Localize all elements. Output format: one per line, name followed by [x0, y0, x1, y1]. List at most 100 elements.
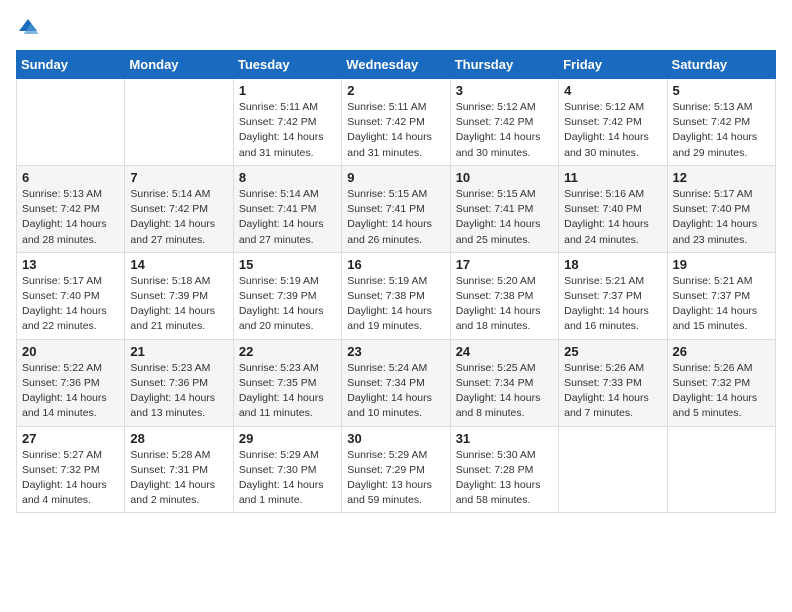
day-number: 2 — [347, 83, 444, 98]
day-number: 15 — [239, 257, 336, 272]
calendar-cell: 17 Sunrise: 5:20 AMSunset: 7:38 PMDayligh… — [450, 252, 558, 339]
calendar-cell: 16 Sunrise: 5:19 AMSunset: 7:38 PMDayligh… — [342, 252, 450, 339]
calendar-header-row: SundayMondayTuesdayWednesdayThursdayFrid… — [17, 51, 776, 79]
day-info: Sunrise: 5:16 AMSunset: 7:40 PMDaylight:… — [564, 187, 661, 248]
calendar-week-row: 13 Sunrise: 5:17 AMSunset: 7:40 PMDayligh… — [17, 252, 776, 339]
calendar-cell: 24 Sunrise: 5:25 AMSunset: 7:34 PMDayligh… — [450, 339, 558, 426]
calendar-cell: 19Sunrise: 5:21 AMSunset: 7:37 PMDayligh… — [667, 252, 775, 339]
day-number: 6 — [22, 170, 119, 185]
day-number: 21 — [130, 344, 227, 359]
day-info: Sunrise: 5:29 AMSunset: 7:30 PMDaylight:… — [239, 448, 336, 509]
day-info: Sunrise: 5:14 AMSunset: 7:42 PMDaylight:… — [130, 187, 227, 248]
logo-icon — [16, 16, 40, 40]
calendar-week-row: 6 Sunrise: 5:13 AMSunset: 7:42 PMDaylight… — [17, 165, 776, 252]
calendar-cell: 4Sunrise: 5:12 AMSunset: 7:42 PMDaylight… — [559, 79, 667, 166]
day-number: 31 — [456, 431, 553, 446]
day-info: Sunrise: 5:13 AMSunset: 7:42 PMDaylight:… — [673, 100, 770, 161]
day-info: Sunrise: 5:25 AMSunset: 7:34 PMDaylight:… — [456, 361, 553, 422]
weekday-header: Wednesday — [342, 51, 450, 79]
day-info: Sunrise: 5:27 AMSunset: 7:32 PMDaylight:… — [22, 448, 119, 509]
calendar-table: SundayMondayTuesdayWednesdayThursdayFrid… — [16, 50, 776, 513]
calendar-cell: 15 Sunrise: 5:19 AMSunset: 7:39 PMDayligh… — [233, 252, 341, 339]
calendar-cell: 6 Sunrise: 5:13 AMSunset: 7:42 PMDaylight… — [17, 165, 125, 252]
calendar-cell — [667, 426, 775, 513]
day-info: Sunrise: 5:15 AMSunset: 7:41 PMDaylight:… — [456, 187, 553, 248]
calendar-cell: 31 Sunrise: 5:30 AMSunset: 7:28 PMDayligh… — [450, 426, 558, 513]
day-number: 12 — [673, 170, 770, 185]
calendar-week-row: 27 Sunrise: 5:27 AMSunset: 7:32 PMDayligh… — [17, 426, 776, 513]
calendar-cell: 23 Sunrise: 5:24 AMSunset: 7:34 PMDayligh… — [342, 339, 450, 426]
calendar-cell: 14 Sunrise: 5:18 AMSunset: 7:39 PMDayligh… — [125, 252, 233, 339]
day-info: Sunrise: 5:11 AMSunset: 7:42 PMDaylight:… — [239, 100, 336, 161]
day-number: 19 — [673, 257, 770, 272]
day-info: Sunrise: 5:28 AMSunset: 7:31 PMDaylight:… — [130, 448, 227, 509]
calendar-cell: 1 Sunrise: 5:11 AMSunset: 7:42 PMDaylight… — [233, 79, 341, 166]
day-number: 23 — [347, 344, 444, 359]
day-number: 11 — [564, 170, 661, 185]
day-number: 28 — [130, 431, 227, 446]
day-number: 29 — [239, 431, 336, 446]
day-number: 7 — [130, 170, 227, 185]
calendar-cell: 25Sunrise: 5:26 AMSunset: 7:33 PMDayligh… — [559, 339, 667, 426]
calendar-cell — [125, 79, 233, 166]
day-info: Sunrise: 5:19 AMSunset: 7:39 PMDaylight:… — [239, 274, 336, 335]
day-number: 18 — [564, 257, 661, 272]
calendar-week-row: 1 Sunrise: 5:11 AMSunset: 7:42 PMDaylight… — [17, 79, 776, 166]
day-info: Sunrise: 5:13 AMSunset: 7:42 PMDaylight:… — [22, 187, 119, 248]
day-info: Sunrise: 5:23 AMSunset: 7:36 PMDaylight:… — [130, 361, 227, 422]
day-number: 10 — [456, 170, 553, 185]
day-info: Sunrise: 5:24 AMSunset: 7:34 PMDaylight:… — [347, 361, 444, 422]
calendar-cell: 18 Sunrise: 5:21 AMSunset: 7:37 PMDayligh… — [559, 252, 667, 339]
day-info: Sunrise: 5:18 AMSunset: 7:39 PMDaylight:… — [130, 274, 227, 335]
calendar-cell: 13 Sunrise: 5:17 AMSunset: 7:40 PMDayligh… — [17, 252, 125, 339]
calendar-cell — [17, 79, 125, 166]
day-info: Sunrise: 5:22 AMSunset: 7:36 PMDaylight:… — [22, 361, 119, 422]
calendar-cell: 28 Sunrise: 5:28 AMSunset: 7:31 PMDayligh… — [125, 426, 233, 513]
day-info: Sunrise: 5:26 AMSunset: 7:33 PMDaylight:… — [564, 361, 661, 422]
weekday-header: Sunday — [17, 51, 125, 79]
day-info: Sunrise: 5:12 AMSunset: 7:42 PMDaylight:… — [456, 100, 553, 161]
day-number: 13 — [22, 257, 119, 272]
day-info: Sunrise: 5:17 AMSunset: 7:40 PMDaylight:… — [673, 187, 770, 248]
calendar-cell: 10 Sunrise: 5:15 AMSunset: 7:41 PMDayligh… — [450, 165, 558, 252]
day-info: Sunrise: 5:15 AMSunset: 7:41 PMDaylight:… — [347, 187, 444, 248]
calendar-cell: 21 Sunrise: 5:23 AMSunset: 7:36 PMDayligh… — [125, 339, 233, 426]
calendar-cell: 29 Sunrise: 5:29 AMSunset: 7:30 PMDayligh… — [233, 426, 341, 513]
day-number: 20 — [22, 344, 119, 359]
calendar-cell: 3Sunrise: 5:12 AMSunset: 7:42 PMDaylight… — [450, 79, 558, 166]
day-info: Sunrise: 5:19 AMSunset: 7:38 PMDaylight:… — [347, 274, 444, 335]
weekday-header: Saturday — [667, 51, 775, 79]
day-info: Sunrise: 5:30 AMSunset: 7:28 PMDaylight:… — [456, 448, 553, 509]
day-number: 16 — [347, 257, 444, 272]
calendar-cell: 7 Sunrise: 5:14 AMSunset: 7:42 PMDaylight… — [125, 165, 233, 252]
calendar-week-row: 20 Sunrise: 5:22 AMSunset: 7:36 PMDayligh… — [17, 339, 776, 426]
day-number: 14 — [130, 257, 227, 272]
day-info: Sunrise: 5:12 AMSunset: 7:42 PMDaylight:… — [564, 100, 661, 161]
day-number: 17 — [456, 257, 553, 272]
day-number: 27 — [22, 431, 119, 446]
weekday-header: Tuesday — [233, 51, 341, 79]
day-number: 1 — [239, 83, 336, 98]
day-info: Sunrise: 5:17 AMSunset: 7:40 PMDaylight:… — [22, 274, 119, 335]
day-number: 22 — [239, 344, 336, 359]
day-number: 9 — [347, 170, 444, 185]
day-number: 24 — [456, 344, 553, 359]
calendar-cell: 5 Sunrise: 5:13 AMSunset: 7:42 PMDaylight… — [667, 79, 775, 166]
calendar-cell: 12 Sunrise: 5:17 AMSunset: 7:40 PMDayligh… — [667, 165, 775, 252]
day-number: 30 — [347, 431, 444, 446]
calendar-cell: 30 Sunrise: 5:29 AMSunset: 7:29 PMDayligh… — [342, 426, 450, 513]
weekday-header: Monday — [125, 51, 233, 79]
day-info: Sunrise: 5:23 AMSunset: 7:35 PMDaylight:… — [239, 361, 336, 422]
day-number: 5 — [673, 83, 770, 98]
calendar-cell: 2 Sunrise: 5:11 AMSunset: 7:42 PMDaylight… — [342, 79, 450, 166]
calendar-cell: 9 Sunrise: 5:15 AMSunset: 7:41 PMDaylight… — [342, 165, 450, 252]
calendar-cell — [559, 426, 667, 513]
day-info: Sunrise: 5:14 AMSunset: 7:41 PMDaylight:… — [239, 187, 336, 248]
day-info: Sunrise: 5:21 AMSunset: 7:37 PMDaylight:… — [564, 274, 661, 335]
day-info: Sunrise: 5:20 AMSunset: 7:38 PMDaylight:… — [456, 274, 553, 335]
calendar-cell: 8Sunrise: 5:14 AMSunset: 7:41 PMDaylight… — [233, 165, 341, 252]
calendar-cell: 27 Sunrise: 5:27 AMSunset: 7:32 PMDayligh… — [17, 426, 125, 513]
calendar-cell: 26Sunrise: 5:26 AMSunset: 7:32 PMDayligh… — [667, 339, 775, 426]
day-info: Sunrise: 5:11 AMSunset: 7:42 PMDaylight:… — [347, 100, 444, 161]
day-info: Sunrise: 5:29 AMSunset: 7:29 PMDaylight:… — [347, 448, 444, 509]
